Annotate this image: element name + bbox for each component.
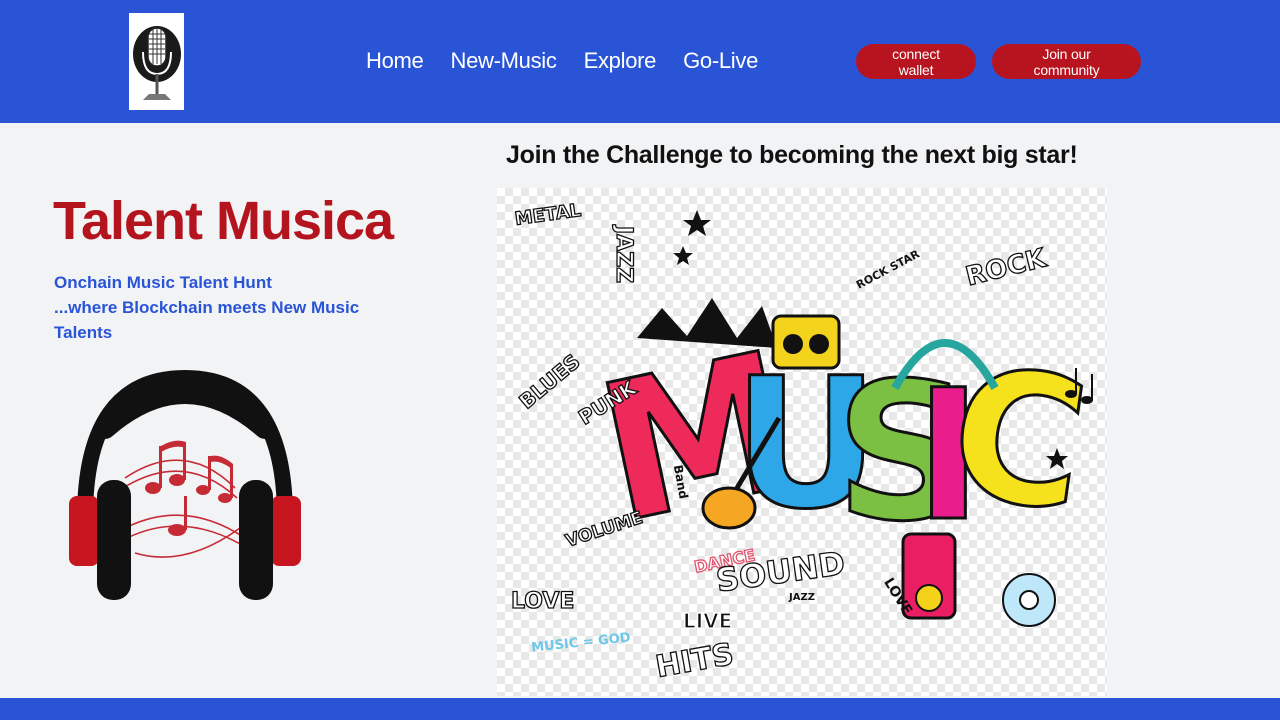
doodle-word-hits: HITS: [653, 637, 736, 685]
doodle-word-jazz: JAZZ: [611, 224, 636, 283]
doodle-word-live: LIVE: [683, 609, 732, 633]
tagline: Onchain Music Talent Hunt ...where Block…: [54, 270, 374, 345]
music-doodle-icon: M U S I C METAL JAZZ ROCK BLUES PUNK VOL…: [510, 199, 1100, 685]
nav-new-music[interactable]: New-Music: [451, 48, 557, 74]
doodle-word-love: LOVE: [511, 589, 574, 614]
nav-home[interactable]: Home: [366, 48, 424, 74]
tagline-line-1: Onchain Music Talent Hunt: [54, 273, 272, 292]
doodle-word-rock-star: ROCK STAR: [854, 247, 922, 291]
nav-explore[interactable]: Explore: [584, 48, 657, 74]
headphones-music-notes-icon: [69, 369, 301, 600]
headphones-illustration: [65, 368, 305, 604]
doodle-letter-c: C: [939, 327, 1099, 552]
doodle-word-rock: ROCK: [963, 243, 1050, 292]
challenge-heading: Join the Challenge to becoming the next …: [506, 141, 1078, 169]
microphone-icon: [132, 25, 181, 100]
doodle-word-jazz-small: JAZZ: [788, 592, 815, 603]
connect-wallet-button[interactable]: connect wallet: [856, 44, 976, 79]
nav-go-live[interactable]: Go-Live: [683, 48, 758, 74]
logo[interactable]: [129, 13, 184, 110]
join-community-button[interactable]: Join our community: [992, 44, 1141, 79]
tagline-line-2: ...where Blockchain meets New Music Tale…: [54, 298, 360, 342]
page-title: Talent Musica: [53, 191, 394, 251]
doodle-word-metal: METAL: [514, 200, 583, 230]
doodle-word-blues: BLUES: [514, 349, 584, 413]
top-navigation-bar: Home New-Music Explore Go-Live connect w…: [0, 0, 1280, 123]
doodle-word-music-god: MUSIC = GOD: [531, 630, 632, 655]
music-doodle-artwork: M U S I C METAL JAZZ ROCK BLUES PUNK VOL…: [497, 188, 1107, 696]
main-nav: Home New-Music Explore Go-Live: [366, 48, 758, 74]
footer-bar: [0, 698, 1280, 720]
